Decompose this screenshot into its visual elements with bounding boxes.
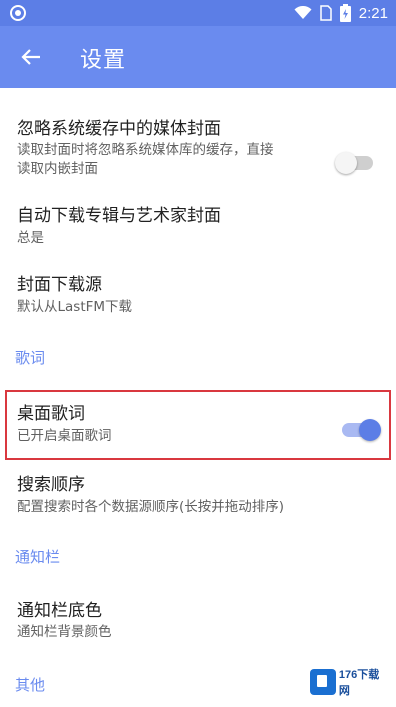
sim-icon <box>320 5 332 21</box>
desktop-lyrics-toggle[interactable] <box>342 419 381 441</box>
battery-charging-icon <box>339 4 351 22</box>
setting-title: 桌面歌词 <box>17 404 85 424</box>
arrow-left-icon <box>21 49 40 65</box>
section-header-notification: 通知栏 <box>15 548 61 566</box>
setting-summary: 总是 <box>17 230 44 246</box>
setting-ignore-media-cache[interactable]: 忽略系统缓存中的媒体封面 读取封面时将忽略系统媒体库的缓存，直接 读取内嵌封面 <box>0 106 396 184</box>
setting-notification-bg[interactable]: 通知栏底色 通知栏背景颜色 <box>0 590 396 650</box>
setting-title: 搜索顺序 <box>17 475 85 495</box>
setting-summary: 配置搜索时各个数据源顺序(长按并拖动排序) <box>17 499 285 515</box>
app-notification-icon <box>10 5 26 21</box>
app-bar: 设置 <box>0 26 396 88</box>
setting-summary: 读取内嵌封面 <box>17 161 98 177</box>
setting-title: 自动下载专辑与艺术家封面 <box>17 206 221 226</box>
toggle-thumb <box>335 152 357 174</box>
watermark: 176下载网 <box>310 667 390 697</box>
status-bar: 2:21 <box>0 0 396 26</box>
setting-desktop-lyrics[interactable]: 桌面歌词 已开启桌面歌词 <box>0 392 396 458</box>
setting-title: 通知栏底色 <box>17 601 102 621</box>
ignore-cache-toggle[interactable] <box>335 152 373 174</box>
watermark-text: 176下载网 <box>338 669 380 697</box>
setting-summary: 已开启桌面歌词 <box>17 428 112 444</box>
setting-summary: 默认从LastFM下载 <box>17 299 133 315</box>
setting-auto-download-covers[interactable]: 自动下载专辑与艺术家封面 总是 <box>0 193 396 253</box>
setting-search-order[interactable]: 搜索顺序 配置搜索时各个数据源顺序(长按并拖动排序) <box>0 462 396 522</box>
section-header-other: 其他 <box>15 676 46 694</box>
setting-summary: 读取封面时将忽略系统媒体库的缓存，直接 <box>17 142 274 158</box>
status-icons: 2:21 <box>294 3 388 23</box>
toggle-thumb <box>359 419 381 441</box>
page-title: 设置 <box>80 48 127 73</box>
section-header-lyrics: 歌词 <box>15 349 46 367</box>
setting-title: 封面下载源 <box>17 275 102 295</box>
status-time: 2:21 <box>358 4 388 22</box>
setting-title: 忽略系统缓存中的媒体封面 <box>17 119 221 139</box>
watermark-logo-icon <box>310 669 336 695</box>
wifi-icon <box>294 6 312 19</box>
setting-cover-source[interactable]: 封面下载源 默认从LastFM下载 <box>0 262 396 322</box>
setting-summary: 通知栏背景颜色 <box>17 624 112 640</box>
back-button[interactable] <box>14 40 48 74</box>
